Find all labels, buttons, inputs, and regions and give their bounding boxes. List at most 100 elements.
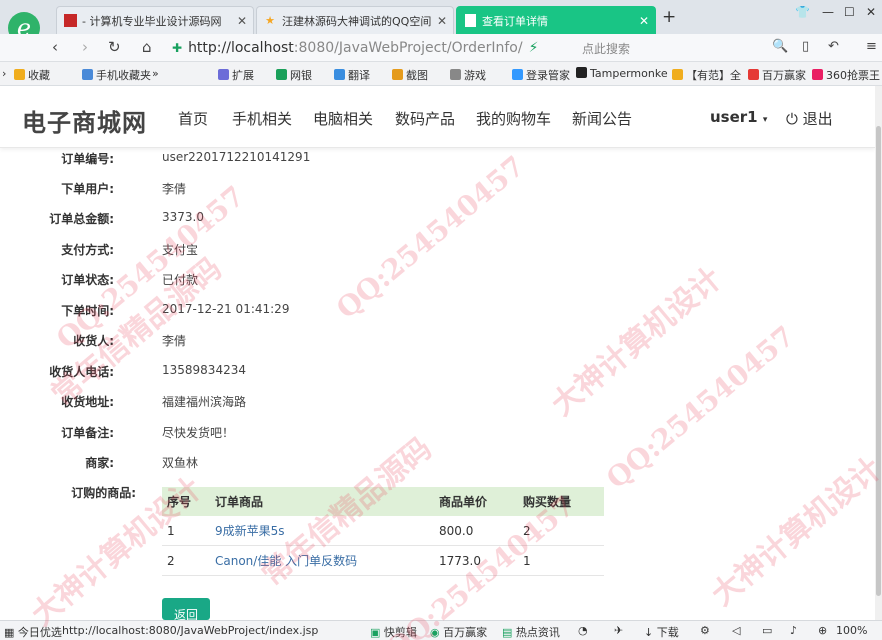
- shield-icon: [276, 69, 287, 80]
- logout-button[interactable]: ⏻ 退出: [786, 108, 833, 129]
- watermark-qq: QQ:254540457: [330, 149, 531, 326]
- caret-down-icon: ▾: [762, 115, 768, 125]
- red-site-icon: [63, 14, 77, 28]
- bookmark-translate[interactable]: 翻译: [334, 67, 370, 83]
- reload-icon[interactable]: ↻: [108, 38, 121, 56]
- order-id: user2201712210141291: [162, 150, 311, 164]
- menu-home[interactable]: 首页: [178, 108, 208, 129]
- home-icon[interactable]: ⌂: [142, 38, 152, 56]
- today-pick-link[interactable]: ▦ 今日优选: [4, 624, 62, 640]
- receiver: 李倩: [162, 334, 187, 348]
- back-button[interactable]: 返回: [162, 598, 210, 622]
- goods-label: 订购的商品:: [71, 486, 136, 500]
- speed-icon[interactable]: ◔: [578, 624, 588, 637]
- phone-icon: [82, 69, 93, 80]
- tab-source-site[interactable]: - 计算机专业毕业设计源码网 ✕: [56, 6, 254, 34]
- tab-order-detail[interactable]: 查看订单详情 ✕: [456, 6, 656, 34]
- bookmark-screenshot[interactable]: 截图: [392, 67, 428, 83]
- bookmark-extensions[interactable]: 扩展: [218, 67, 254, 83]
- key-icon: [512, 69, 523, 80]
- order-time-row: 下单时间: 2017-12-21 01:41:29: [61, 302, 290, 318]
- menu-icon[interactable]: ≡: [866, 39, 877, 54]
- page-scrollbar[interactable]: [875, 86, 882, 620]
- download-icon: ↓: [644, 626, 654, 639]
- close-icon[interactable]: ✕: [237, 14, 247, 28]
- menu-phones[interactable]: 手机相关: [232, 108, 292, 129]
- tab-qq-space[interactable]: ★ 汪建林源码大神调试的QQ空间 ✕: [256, 6, 454, 34]
- order-status-row: 订单状态: 已付款: [61, 273, 199, 287]
- site-header: 电子商城网 首页 手机相关 电脑相关 数码产品 我的购物车 新闻公告 user1…: [0, 86, 875, 148]
- news-icon: ▤: [502, 626, 513, 639]
- order-note: 尽快发货吧！: [162, 426, 235, 440]
- close-icon[interactable]: ✕: [639, 14, 649, 28]
- undo-icon[interactable]: ↶: [828, 39, 839, 54]
- url-path: :8080/JavaWebProject/OrderInfo/: [293, 40, 523, 56]
- order-total-row: 订单总金额: 3373.0: [49, 210, 204, 226]
- order-time: 2017-12-21 01:41:29: [162, 302, 290, 316]
- forward-arrow-icon[interactable]: ›: [82, 38, 88, 56]
- receiver-phone: 13589834234: [162, 363, 246, 377]
- hot-news-button[interactable]: ▤ 热点资讯: [502, 624, 560, 640]
- bookmarks-more-icon[interactable]: ›: [2, 67, 6, 80]
- menu-computers[interactable]: 电脑相关: [313, 108, 373, 129]
- bookmark-million-winner[interactable]: 百万赢家: [748, 67, 806, 83]
- browser-nav-bar: ‹ › ↻ ⌂ ✚ http://localhost:8080/JavaWebP…: [0, 34, 882, 62]
- phone-icon[interactable]: ▯: [802, 39, 809, 54]
- user-dropdown[interactable]: user1 ▾: [710, 108, 767, 126]
- scissors-icon: ▣: [370, 626, 381, 639]
- minimize-icon[interactable]: —: [822, 5, 834, 19]
- new-tab-button[interactable]: +: [662, 7, 676, 27]
- menu-cart[interactable]: 我的购物车: [476, 108, 551, 129]
- site-brand[interactable]: 电子商城网: [22, 103, 147, 138]
- product-link[interactable]: Canon/佳能 入门单反数码: [215, 554, 357, 568]
- window-icon[interactable]: ▭: [762, 624, 772, 637]
- goods-table: 序号 订单商品 商品单价 购买数量 1 9成新苹果5s 800.0 2 2 Ca…: [162, 487, 604, 576]
- tools-icon[interactable]: ⚙: [700, 624, 710, 637]
- skin-icon[interactable]: 👕: [795, 5, 810, 19]
- search-input[interactable]: 点此搜索: [582, 40, 630, 57]
- pin-icon[interactable]: ✈: [614, 624, 623, 637]
- window-close-icon[interactable]: ✕: [866, 5, 876, 19]
- payment-method: 支付宝: [162, 243, 199, 257]
- back-arrow-icon[interactable]: ‹: [52, 38, 58, 56]
- star-icon: [14, 69, 25, 80]
- coupon-icon: [672, 69, 683, 80]
- quick-clip-button[interactable]: ▣ 快剪辑: [370, 624, 417, 640]
- product-link[interactable]: 9成新苹果5s: [215, 524, 285, 538]
- menu-news[interactable]: 新闻公告: [572, 108, 632, 129]
- maximize-icon[interactable]: ☐: [844, 5, 855, 19]
- bookmark-mobile[interactable]: 手机收藏夹: [82, 67, 151, 83]
- bookmarks-overflow-icon[interactable]: »: [152, 67, 159, 80]
- bookmark-favorites[interactable]: 收藏: [14, 67, 50, 83]
- address-bar[interactable]: ✚ http://localhost:8080/JavaWebProject/O…: [172, 36, 772, 60]
- url-host: http://localhost: [188, 40, 294, 56]
- tampermonkey-icon: [576, 67, 587, 78]
- payment-method-row: 支付方式: 支付宝: [61, 243, 199, 257]
- browser-status-bar: ▦ 今日优选 http://localhost:8080/JavaWebProj…: [0, 620, 882, 640]
- grid-icon: ▦: [4, 626, 15, 639]
- million-winner-button[interactable]: ◉ 百万赢家: [430, 624, 487, 640]
- screenshot-icon: [392, 69, 403, 80]
- download-button[interactable]: ↓ 下载: [644, 624, 679, 640]
- mute-icon[interactable]: ◁: [732, 624, 740, 637]
- ticket-icon: [812, 69, 823, 80]
- compat-icon[interactable]: ⚡: [529, 40, 539, 56]
- zoom-level[interactable]: 100%: [836, 624, 867, 637]
- bookmark-youfan[interactable]: 【有范】全: [672, 67, 741, 83]
- bookmark-bank[interactable]: 网银: [276, 67, 312, 83]
- close-icon[interactable]: ✕: [437, 14, 447, 28]
- table-row: 1 9成新苹果5s 800.0 2: [162, 516, 604, 546]
- bookmark-games[interactable]: 游戏: [450, 67, 486, 83]
- bookmark-tampermonkey[interactable]: Tampermonke: [576, 67, 668, 80]
- search-icon[interactable]: 🔍: [772, 39, 788, 54]
- receiver-row: 收货人: 李倩: [73, 334, 187, 348]
- receiver-phone-row: 收货人电话: 13589834234: [49, 363, 246, 379]
- zoom-icon[interactable]: ⊕: [818, 624, 827, 637]
- menu-digital[interactable]: 数码产品: [395, 108, 455, 129]
- bookmark-login-manager[interactable]: 登录管家: [512, 67, 570, 83]
- order-id-row: 订单编号: user2201712210141291: [61, 150, 311, 166]
- bookmark-360-ticket[interactable]: 360抢票王: [812, 67, 880, 83]
- translate-icon: [334, 69, 345, 80]
- scroll-thumb[interactable]: [876, 126, 881, 596]
- sound-icon[interactable]: ♪: [790, 624, 797, 637]
